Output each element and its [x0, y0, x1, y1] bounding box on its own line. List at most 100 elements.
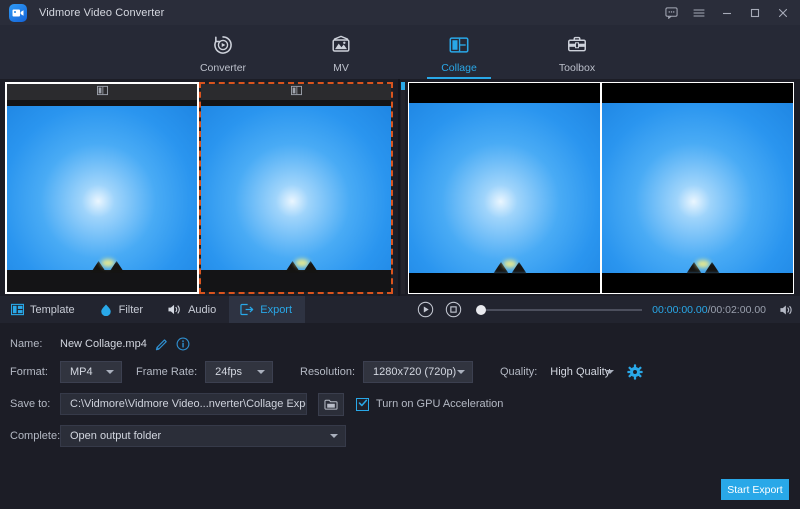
- progress-knob[interactable]: [476, 304, 486, 315]
- complete-value: Open output folder: [70, 430, 162, 442]
- complete-select[interactable]: Open output folder: [60, 425, 346, 447]
- playback-controls: 00:00:00.00/00:02:00.00: [404, 296, 800, 323]
- pencil-icon[interactable]: [155, 337, 169, 351]
- format-select[interactable]: MP4: [60, 361, 122, 383]
- complete-label: Complete:: [10, 430, 61, 442]
- nav-tab-mv-label: MV: [333, 62, 349, 74]
- chevron-down-icon: [457, 370, 466, 374]
- saveto-label: Save to:: [10, 398, 51, 410]
- nav-tab-collage[interactable]: Collage: [419, 30, 499, 79]
- volume-icon[interactable]: [774, 299, 800, 321]
- converter-icon: [212, 33, 234, 57]
- app-title: Vidmore Video Converter: [39, 6, 165, 19]
- nav-tab-collage-label: Collage: [441, 62, 477, 74]
- preview-player[interactable]: [408, 82, 794, 294]
- resolution-select[interactable]: 1280x720 (720p): [363, 361, 474, 383]
- split-layout-icon[interactable]: [96, 83, 108, 101]
- minimize-icon[interactable]: [714, 0, 740, 25]
- gpu-checkbox[interactable]: [356, 395, 369, 413]
- quality-value: High Quality: [550, 366, 611, 378]
- export-icon: [240, 303, 254, 316]
- editor-tool-tabs: Template Filter Audio Export: [0, 296, 306, 323]
- play-icon[interactable]: [414, 299, 436, 321]
- editor-toolbar: Template Filter Audio Export 00:00:00.00…: [0, 296, 800, 323]
- gpu-label: Turn on GPU Acceleration: [376, 398, 504, 410]
- gear-icon[interactable]: [627, 364, 643, 380]
- filter-icon: [99, 303, 113, 316]
- progress-slider[interactable]: [476, 302, 643, 318]
- work-area: [0, 79, 800, 322]
- template-icon: [11, 303, 24, 316]
- tool-tab-export-label: Export: [260, 303, 293, 316]
- tool-tab-audio[interactable]: Audio: [156, 296, 229, 323]
- preview-pane-2: [601, 82, 794, 294]
- framerate-value: 24fps: [215, 366, 243, 378]
- chevron-down-icon: [257, 370, 266, 374]
- export-settings: Name: New Collage.mp4 Format: MP4 Frame …: [0, 323, 800, 463]
- feedback-icon[interactable]: [658, 0, 684, 25]
- video-frame-sky: [201, 106, 391, 270]
- collage-editor[interactable]: [5, 82, 393, 294]
- video-frame-subject: [91, 259, 125, 273]
- quality-select[interactable]: High Quality: [545, 361, 621, 383]
- split-layout-icon[interactable]: [290, 83, 302, 101]
- title-bar: Vidmore Video Converter: [0, 0, 800, 25]
- start-export-button[interactable]: Start Export: [721, 479, 789, 500]
- main-navigation: Converter MV Collage Toolbox: [0, 25, 800, 79]
- saveto-input[interactable]: C:\Vidmore\Vidmore Video...nverter\Colla…: [60, 393, 307, 415]
- tool-tab-filter-label: Filter: [118, 303, 144, 316]
- window-controls: [658, 0, 796, 25]
- folder-icon[interactable]: [318, 392, 344, 416]
- saveto-value: C:\Vidmore\Vidmore Video...nverter\Colla…: [70, 398, 307, 410]
- framerate-label: Frame Rate:: [136, 366, 198, 378]
- video-frame-sky: [7, 106, 197, 270]
- toolbox-icon: [566, 33, 588, 57]
- mv-icon: [330, 33, 352, 57]
- check-icon: [358, 395, 368, 413]
- tool-tab-export[interactable]: Export: [229, 296, 306, 323]
- nav-tab-converter-label: Converter: [199, 62, 247, 74]
- preview-subject: [493, 260, 527, 274]
- tool-tab-template[interactable]: Template: [0, 296, 88, 323]
- preview-sky: [409, 103, 600, 273]
- collage-icon: [448, 33, 470, 57]
- menu-icon[interactable]: [686, 0, 712, 25]
- format-value: MP4: [70, 366, 93, 378]
- tool-tab-filter[interactable]: Filter: [88, 296, 156, 323]
- chevron-down-icon: [106, 370, 114, 374]
- nav-tab-converter[interactable]: Converter: [183, 30, 263, 79]
- preview-subject: [686, 260, 720, 274]
- total-time: 00:02:00.00: [710, 303, 766, 316]
- maximize-icon[interactable]: [742, 0, 768, 25]
- preview-scrollbar[interactable]: [401, 82, 405, 294]
- app-window: Vidmore Video Converter Converter MV Col…: [0, 0, 800, 509]
- name-value: New Collage.mp4: [60, 338, 147, 350]
- tool-tab-audio-label: Audio: [188, 303, 217, 316]
- time-display: 00:00:00.00/00:02:00.00: [652, 304, 766, 316]
- nav-tab-toolbox[interactable]: Toolbox: [537, 30, 617, 79]
- chevron-down-icon: [330, 434, 338, 438]
- preview-sky: [602, 103, 793, 273]
- video-frame-subject: [285, 259, 319, 273]
- close-icon[interactable]: [770, 0, 796, 25]
- quality-label: Quality:: [500, 366, 538, 378]
- audio-icon: [167, 303, 182, 316]
- collage-cell-2[interactable]: [199, 82, 393, 294]
- preview-pane-1: [408, 82, 601, 294]
- framerate-select[interactable]: 24fps: [205, 361, 274, 383]
- format-label: Format:: [10, 366, 48, 378]
- app-logo: [9, 3, 27, 22]
- collage-cell-1-header: [7, 84, 197, 100]
- nav-tab-mv[interactable]: MV: [301, 30, 381, 79]
- current-time: 00:00:00.00: [652, 303, 708, 316]
- name-label: Name:: [10, 338, 43, 350]
- chevron-down-icon: [606, 370, 615, 374]
- tool-tab-template-label: Template: [30, 303, 75, 316]
- collage-cell-2-video[interactable]: [201, 100, 391, 292]
- collage-cell-1[interactable]: [5, 82, 199, 294]
- collage-cell-1-video[interactable]: [7, 100, 197, 292]
- info-icon[interactable]: [176, 337, 190, 351]
- stop-icon[interactable]: [442, 299, 464, 321]
- progress-track: [485, 308, 643, 311]
- collage-cell-2-header: [201, 84, 391, 100]
